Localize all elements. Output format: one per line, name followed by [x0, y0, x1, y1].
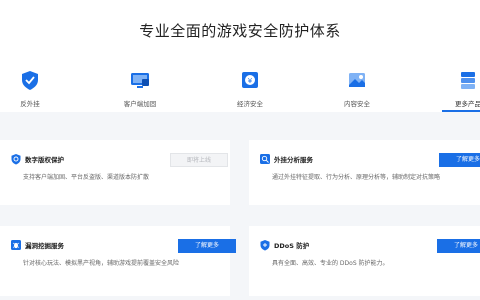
card-ddos-protection: DDoS 防护 具有全面、高效、专业的 DDoS 防护能力。 了解更多	[249, 226, 480, 296]
card-header: 外挂分析服务	[259, 153, 313, 165]
tab-label: 经济安全	[237, 100, 263, 108]
tab-label: 反外挂	[20, 100, 40, 108]
card-vulnerability-mining: 漏洞挖掘服务 针对核心玩法、模拟黑产视角，辅助游戏提前覆盖安全风险 了解更多	[0, 226, 236, 296]
product-tabs: 反外挂 客户端加固 ¥ 经济安全 内容安全 更多产品	[0, 64, 480, 112]
header-panel: 专业全面的游戏安全防护体系 反外挂 客户端加固 ¥ 经济安全 内容安全 更多产品	[0, 0, 480, 112]
coin-shield-icon: ¥	[242, 72, 258, 88]
card-description: 通过外挂特征提取、行为分析、原理分析等，辅助制定对抗策略	[272, 174, 441, 181]
tab-anti-cheat[interactable]: 反外挂	[0, 64, 70, 112]
copyright-shield-icon	[11, 154, 21, 165]
card-title: 数字版权保护	[25, 156, 64, 164]
card-title: 外挂分析服务	[274, 156, 313, 164]
learn-more-button[interactable]: 了解更多	[437, 239, 480, 253]
tab-economy-security[interactable]: ¥ 经济安全	[210, 64, 290, 112]
tab-label: 客户端加固	[123, 100, 157, 108]
shield-check-icon	[22, 71, 38, 90]
active-tab-indicator	[442, 110, 480, 112]
learn-more-button[interactable]: 了解更多	[178, 239, 236, 253]
page-title: 专业全面的游戏安全防护体系	[139, 22, 341, 40]
tab-content-security[interactable]: 内容安全	[317, 64, 397, 112]
card-title: DDoS 防护	[274, 242, 310, 250]
card-digital-copyright: 数字版权保护 支持客户端加固、平台反盗版、渠道版本防扩散 即将上线	[0, 140, 230, 205]
ddos-shield-icon	[260, 240, 270, 251]
image-check-icon	[349, 73, 365, 87]
card-cheat-analysis: 外挂分析服务 通过外挂特征提取、行为分析、原理分析等，辅助制定对抗策略 了解更多	[249, 140, 480, 205]
card-description: 具有全面、高效、专业的 DDoS 防护能力。	[272, 260, 389, 267]
analysis-icon	[260, 154, 270, 164]
card-description: 针对核心玩法、模拟黑产视角，辅助游戏提前覆盖安全风险	[23, 260, 180, 267]
svg-text:¥: ¥	[248, 77, 253, 85]
bug-search-icon	[11, 240, 21, 250]
tab-client-hardening[interactable]: 客户端加固	[100, 64, 180, 112]
card-description: 支持客户端加固、平台反盗版、渠道版本防扩散	[23, 174, 150, 181]
coming-soon-button: 即将上线	[170, 153, 228, 167]
tab-more-products[interactable]: 更多产品	[428, 64, 480, 112]
card-header: 漏洞挖掘服务	[10, 239, 64, 251]
monitor-lock-icon	[131, 73, 149, 88]
tab-label: 内容安全	[344, 100, 370, 108]
learn-more-button[interactable]: 了解更多	[439, 153, 480, 167]
card-header: 数字版权保护	[10, 153, 64, 165]
layers-icon	[461, 72, 475, 89]
card-header: DDoS 防护	[259, 239, 309, 251]
tab-label: 更多产品	[455, 100, 480, 108]
card-title: 漏洞挖掘服务	[25, 242, 64, 250]
